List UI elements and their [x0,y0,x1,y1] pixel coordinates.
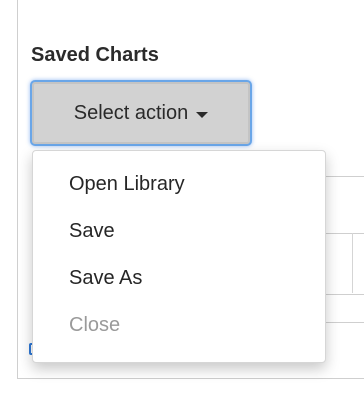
menu-item-open-library[interactable]: Open Library [33,161,325,208]
divider [325,176,364,177]
divider [325,322,364,323]
caret-down-icon [196,111,209,118]
panel-title: Saved Charts [31,44,159,66]
action-dropdown-menu: Open Library Save Save As Close [32,150,326,363]
menu-item-close: Close [69,314,121,336]
table-column-divider [352,233,353,293]
select-action-button[interactable]: Select action [30,80,252,146]
select-action-label: Select action [73,101,189,124]
menu-item-save-as[interactable]: Save As [33,255,325,302]
menu-item-save[interactable]: Save [33,208,325,255]
